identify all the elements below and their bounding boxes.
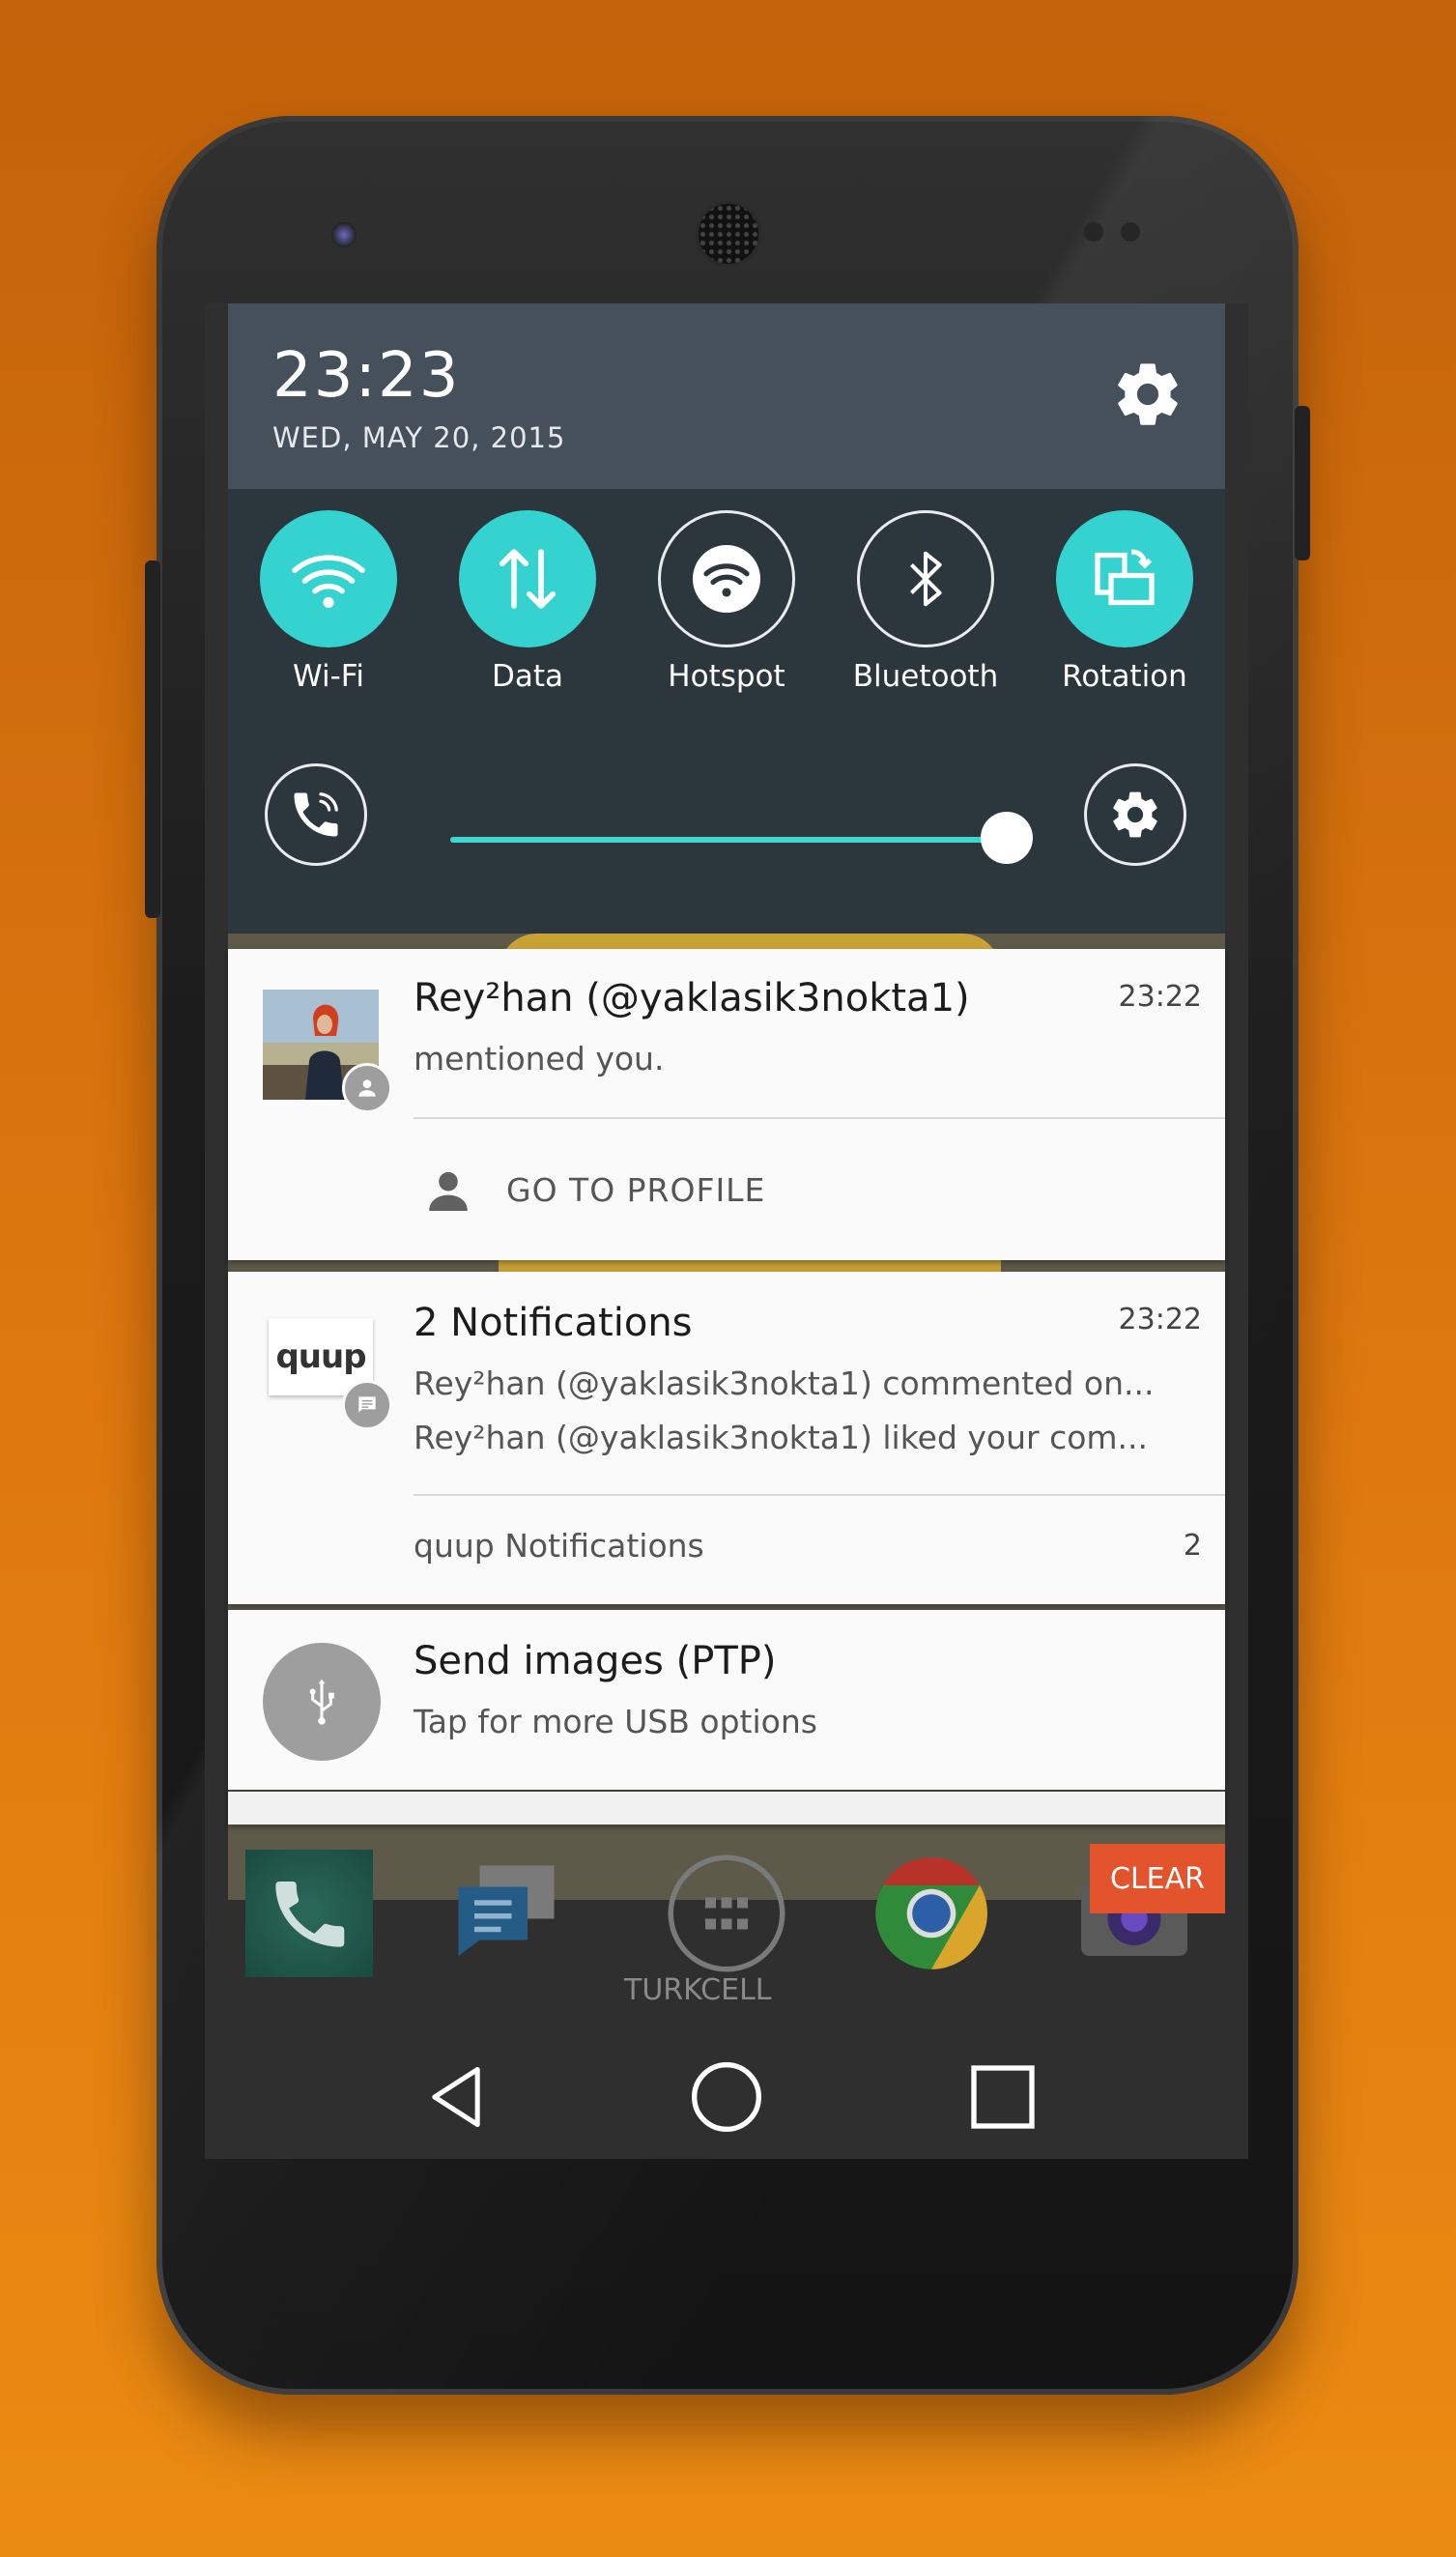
home-button[interactable] bbox=[688, 2058, 765, 2136]
tile-wifi-circle bbox=[260, 510, 397, 647]
front-camera bbox=[331, 222, 357, 247]
phone-vibrate-icon bbox=[294, 792, 338, 837]
tile-bluetooth-circle bbox=[857, 510, 994, 647]
notification-stack-edge bbox=[228, 1792, 1225, 1824]
navigation-bar bbox=[205, 2033, 1248, 2159]
notification-quup[interactable]: quup 2 Notifications 23:22 Rey²han (@yak… bbox=[228, 1272, 1225, 1604]
gear-icon bbox=[1118, 363, 1178, 425]
usb-app-icon bbox=[263, 1643, 381, 1761]
quick-settings-header: 23:23 WED, MAY 20, 2015 bbox=[228, 303, 1225, 489]
tile-hotspot-circle bbox=[658, 510, 795, 647]
notification-title: Send images (PTP) bbox=[414, 1639, 777, 1683]
divider bbox=[414, 1117, 1225, 1119]
data-arrows-icon bbox=[499, 549, 557, 609]
wifi-icon bbox=[292, 555, 365, 609]
quick-settings-panel: Wi-Fi Data Hotspot Bluetooth Rotation bbox=[228, 489, 1225, 934]
brightness-thumb[interactable] bbox=[981, 812, 1033, 864]
settings-button[interactable] bbox=[1111, 358, 1185, 431]
messages-app[interactable] bbox=[443, 1850, 570, 1977]
brightness-slider[interactable] bbox=[450, 837, 1007, 843]
tile-label: Bluetooth bbox=[852, 659, 999, 694]
tile-rotation[interactable]: Rotation bbox=[1038, 510, 1212, 694]
dock: TURKCELL bbox=[228, 1840, 1225, 2014]
message-icon bbox=[358, 1396, 376, 1413]
clear-all-button[interactable]: CLEAR bbox=[1090, 1844, 1225, 1913]
earpiece-speaker bbox=[696, 201, 761, 267]
message-icon bbox=[458, 1865, 555, 1956]
phone-icon bbox=[275, 1882, 345, 1947]
tile-label: Hotspot bbox=[668, 659, 785, 694]
phone-app[interactable] bbox=[245, 1850, 373, 1977]
divider bbox=[414, 1494, 1225, 1496]
sensor bbox=[1084, 222, 1103, 242]
message-badge bbox=[342, 1380, 392, 1430]
tile-label: Data bbox=[491, 659, 564, 694]
recents-button[interactable] bbox=[964, 2058, 1042, 2136]
back-button[interactable] bbox=[417, 2058, 495, 2136]
notification-count: 2 bbox=[1183, 1529, 1202, 1563]
date: WED, MAY 20, 2015 bbox=[272, 421, 566, 454]
notification-body: Tap for more USB options bbox=[414, 1703, 817, 1740]
chrome-icon bbox=[875, 1857, 987, 1969]
notification-title: 2 Notifications bbox=[414, 1301, 693, 1345]
tile-label: Wi-Fi bbox=[293, 659, 364, 694]
tile-hotspot[interactable]: Hotspot bbox=[640, 510, 814, 694]
tile-bluetooth[interactable]: Bluetooth bbox=[839, 510, 1013, 694]
hotspot-icon bbox=[693, 545, 760, 613]
clock: 23:23 bbox=[272, 340, 461, 412]
rotation-icon bbox=[1095, 549, 1155, 606]
tile-data[interactable]: Data bbox=[441, 510, 614, 694]
back-icon bbox=[432, 2066, 480, 2128]
tile-data-circle bbox=[459, 510, 596, 647]
carrier-label: TURKCELL bbox=[624, 1973, 772, 2007]
person-icon bbox=[429, 1171, 468, 1211]
notification-line: Rey²han (@yaklasik3nokta1) liked your co… bbox=[414, 1419, 1149, 1456]
bluetooth-icon bbox=[909, 551, 942, 607]
notification-time: 23:22 bbox=[1118, 1303, 1202, 1336]
gear-icon bbox=[1113, 791, 1157, 838]
call-settings-button[interactable] bbox=[265, 763, 367, 866]
app-drawer-button[interactable] bbox=[663, 1850, 790, 1977]
usb-icon bbox=[309, 1679, 334, 1725]
tile-wifi[interactable]: Wi-Fi bbox=[242, 510, 415, 694]
notification-footer: quup Notifications bbox=[414, 1527, 704, 1565]
notification-usb[interactable]: Send images (PTP) Tap for more USB optio… bbox=[228, 1610, 1225, 1790]
notification-line: Rey²han (@yaklasik3nokta1) commented on.… bbox=[414, 1365, 1155, 1402]
person-icon bbox=[358, 1079, 376, 1097]
home-icon bbox=[692, 2062, 761, 2132]
notification-body: mentioned you. bbox=[414, 1040, 665, 1077]
chrome-app[interactable] bbox=[868, 1850, 995, 1977]
person-badge bbox=[342, 1063, 392, 1113]
screen: 23:23 WED, MAY 20, 2015 Wi-Fi Data Hotsp… bbox=[205, 303, 1248, 2159]
volume-button bbox=[145, 560, 160, 918]
tile-rotation-circle bbox=[1056, 510, 1193, 647]
notification-time: 23:22 bbox=[1118, 980, 1202, 1014]
sensor bbox=[1121, 222, 1140, 242]
action-label: GO TO PROFILE bbox=[506, 1171, 766, 1209]
go-to-profile-action[interactable]: GO TO PROFILE bbox=[414, 1121, 1225, 1260]
notification-mention[interactable]: Rey²han (@yaklasik3nokta1) mentioned you… bbox=[228, 949, 1225, 1260]
recents-icon bbox=[971, 2065, 1035, 2129]
brightness-settings-button[interactable] bbox=[1084, 763, 1186, 866]
notification-title: Rey²han (@yaklasik3nokta1) bbox=[414, 976, 970, 1020]
app-drawer-icon bbox=[668, 1854, 785, 1972]
tile-label: Rotation bbox=[1062, 659, 1187, 694]
power-button bbox=[1295, 406, 1310, 560]
